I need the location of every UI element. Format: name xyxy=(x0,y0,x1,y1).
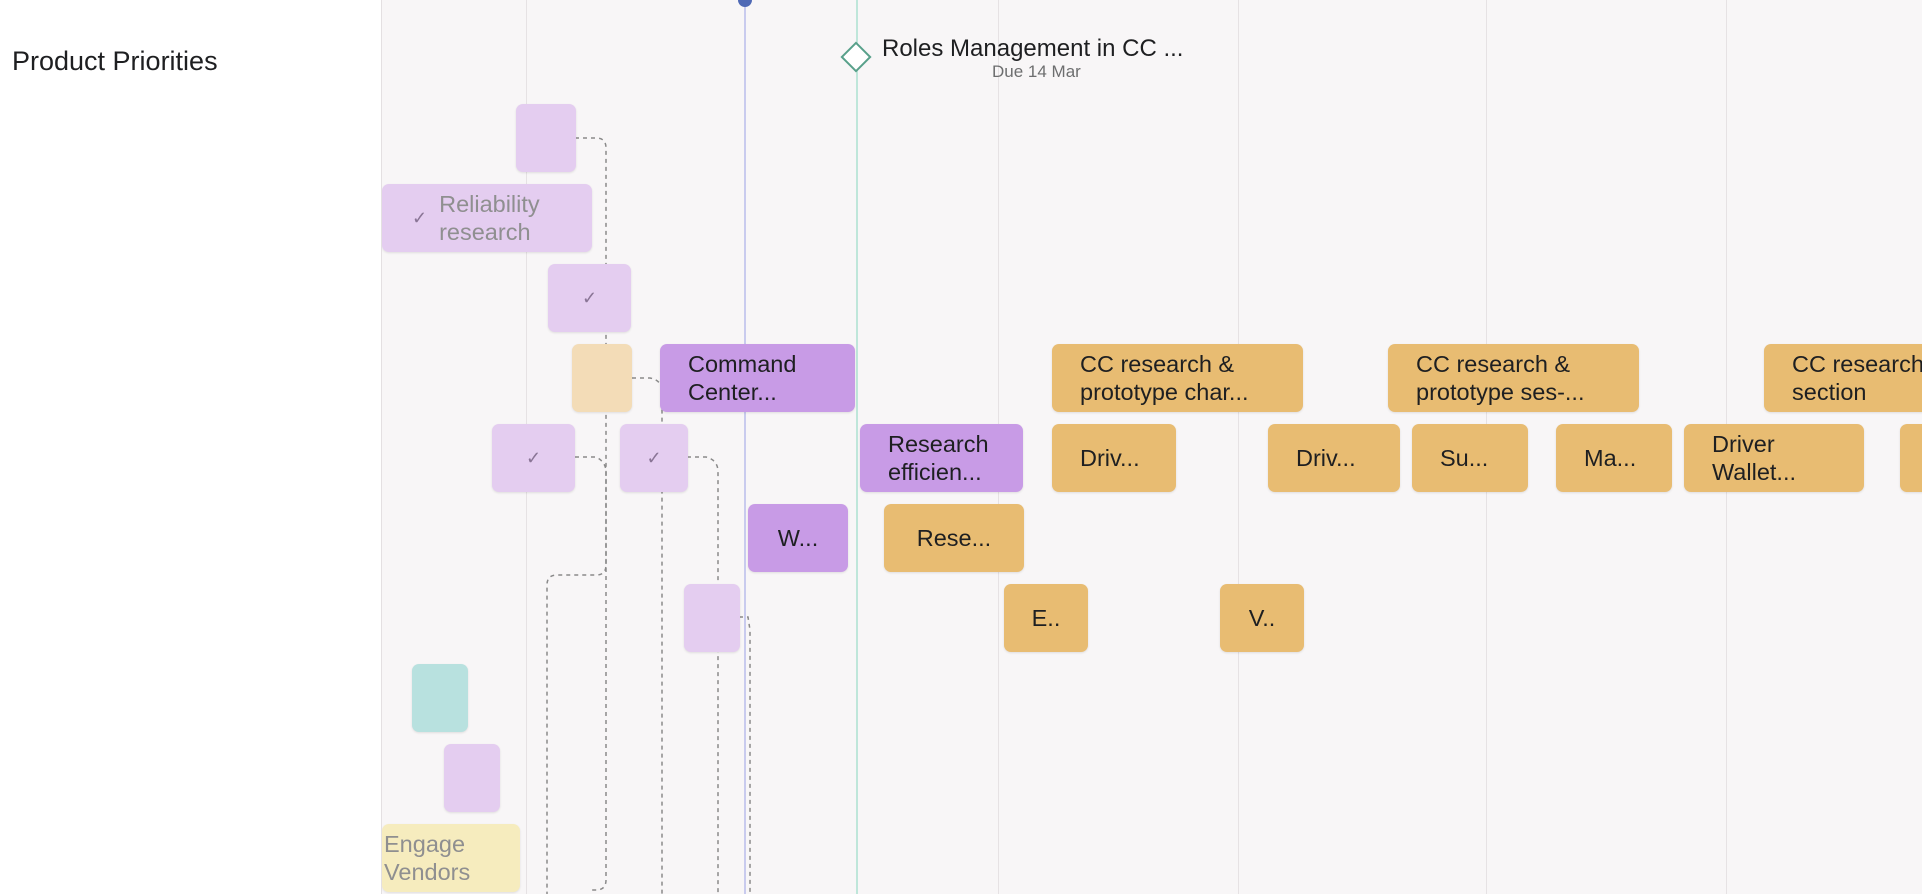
task-label: Rese... xyxy=(916,525,992,551)
task-bar-w[interactable]: W... xyxy=(748,504,848,572)
task-label: Reliability research xyxy=(439,191,540,245)
task-bar-faded[interactable] xyxy=(444,744,500,812)
task-bar-command-center[interactable]: Command Center... xyxy=(660,344,855,412)
task-bar-reliability-research[interactable]: ✓ Reliability research xyxy=(382,184,592,252)
left-panel: Product Priorities xyxy=(0,0,381,894)
task-label: Driv... xyxy=(1080,445,1140,471)
check-icon: ✓ xyxy=(525,447,542,468)
task-label: CC research & prototype ses-... xyxy=(1416,351,1585,405)
task-bar-su[interactable]: Su... xyxy=(1412,424,1528,492)
milestone-due-date: Due 14 Mar xyxy=(992,62,1081,81)
task-bar-v[interactable]: V.. xyxy=(1220,584,1304,652)
task-bar-cc-research-3[interactable]: CC research section xyxy=(1764,344,1922,412)
task-label: Command Center... xyxy=(688,351,797,405)
timeline-area[interactable]: Roles Management in CC ... Due 14 Mar ✓ … xyxy=(381,0,1922,894)
milestone-line xyxy=(856,0,858,894)
task-label: CC research section xyxy=(1792,351,1922,405)
task-label: V.. xyxy=(1248,605,1276,631)
task-bar-faded[interactable] xyxy=(412,664,468,732)
task-label: Ma... xyxy=(1584,445,1637,471)
task-bar-ma[interactable]: Ma... xyxy=(1556,424,1672,492)
task-label: Driver Wallet... xyxy=(1712,431,1797,485)
task-bar-cc-research-2[interactable]: CC research & prototype ses-... xyxy=(1388,344,1639,412)
task-bar-offscreen[interactable] xyxy=(1900,424,1922,492)
task-bar-driv-2[interactable]: Driv... xyxy=(1268,424,1400,492)
task-bar-driver-wallet[interactable]: Driver Wallet... xyxy=(1684,424,1864,492)
task-bar-faded[interactable] xyxy=(684,584,740,652)
task-label: W... xyxy=(777,525,819,551)
task-bar-completed[interactable]: ✓ xyxy=(620,424,688,492)
section-title: Product Priorities xyxy=(12,46,218,76)
task-bar-e[interactable]: E.. xyxy=(1004,584,1088,652)
check-icon: ✓ xyxy=(412,207,428,228)
task-bar-faded[interactable] xyxy=(572,344,632,412)
task-label: E.. xyxy=(1031,605,1061,631)
task-label: Research efficien... xyxy=(888,431,989,485)
task-label: Su... xyxy=(1440,445,1489,471)
task-bar-faded[interactable] xyxy=(516,104,576,172)
check-icon: ✓ xyxy=(646,447,662,468)
task-bar-engage-vendors[interactable]: Engage Vendors xyxy=(382,824,520,892)
task-label: Driv... xyxy=(1296,445,1356,471)
milestone-title[interactable]: Roles Management in CC ... xyxy=(882,35,1183,63)
task-label: Engage Vendors xyxy=(384,831,471,885)
task-bar-driv-1[interactable]: Driv... xyxy=(1052,424,1176,492)
check-icon: ✓ xyxy=(581,287,598,308)
task-label: CC research & prototype char... xyxy=(1080,351,1249,405)
task-bar-completed[interactable]: ✓ xyxy=(492,424,575,492)
task-bar-completed[interactable]: ✓ xyxy=(548,264,631,332)
task-bar-rese[interactable]: Rese... xyxy=(884,504,1024,572)
task-bar-research-efficiency[interactable]: Research efficien... xyxy=(860,424,1023,492)
today-line xyxy=(744,0,746,894)
task-bar-cc-research-1[interactable]: CC research & prototype char... xyxy=(1052,344,1303,412)
